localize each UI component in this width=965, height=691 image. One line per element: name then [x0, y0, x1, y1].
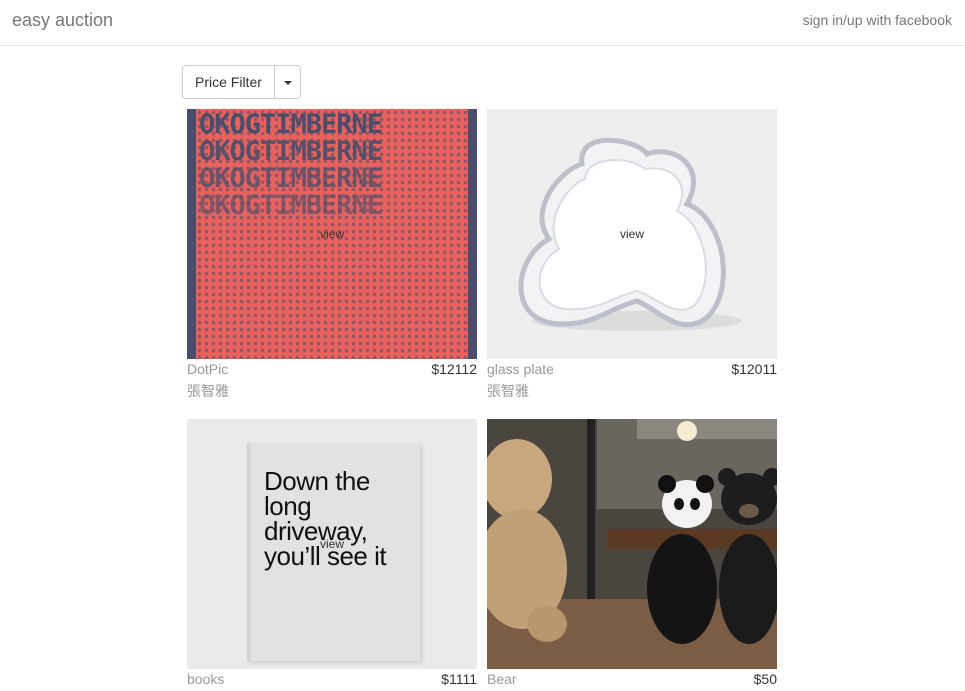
price-filter-button[interactable]: Price Filter: [182, 65, 275, 99]
view-link[interactable]: view: [187, 537, 477, 551]
item-image-books[interactable]: Down the long driveway, you’ll see it vi…: [187, 419, 477, 669]
item-price: $50: [753, 671, 777, 687]
item-owner: 張智雅: [487, 383, 529, 399]
item-image-glass-plate[interactable]: view: [487, 109, 777, 359]
image-text: OKOGTIMBERNE OKOGTIMBERNE OKOGTIMBERNE O…: [199, 109, 383, 221]
item-price: $12011: [731, 361, 777, 377]
auction-card: view glass plate $12011 張智雅: [487, 109, 777, 401]
auction-card: Down the long driveway, you’ll see it vi…: [187, 419, 477, 691]
item-image-bear[interactable]: [487, 419, 777, 669]
caret-down-icon: [283, 81, 292, 85]
bear-photo-illustration: [487, 419, 777, 669]
brand-link[interactable]: easy auction: [12, 10, 113, 31]
item-owner: 張智雅: [187, 383, 229, 399]
item-price: $1111: [441, 671, 477, 687]
view-link[interactable]: view: [187, 227, 477, 241]
item-image-dotpic[interactable]: OKOGTIMBERNE OKOGTIMBERNE OKOGTIMBERNE O…: [187, 109, 477, 359]
item-price: $12112: [431, 361, 477, 377]
item-title[interactable]: DotPic: [187, 361, 228, 377]
auction-card: Bear $50: [487, 419, 777, 691]
book-cover-text: Down the long driveway, you’ll see it: [264, 466, 387, 571]
navbar: easy auction sign in/up with facebook: [0, 0, 965, 46]
price-filter-dropdown-toggle[interactable]: [274, 65, 301, 99]
item-title[interactable]: glass plate: [487, 361, 554, 377]
item-title[interactable]: books: [187, 671, 224, 687]
auction-card: OKOGTIMBERNE OKOGTIMBERNE OKOGTIMBERNE O…: [187, 109, 477, 401]
facebook-signin-link[interactable]: sign in/up with facebook: [803, 12, 952, 28]
view-link[interactable]: view: [487, 227, 777, 241]
price-filter-group: Price Filter: [182, 65, 301, 99]
item-title[interactable]: Bear: [487, 671, 517, 687]
